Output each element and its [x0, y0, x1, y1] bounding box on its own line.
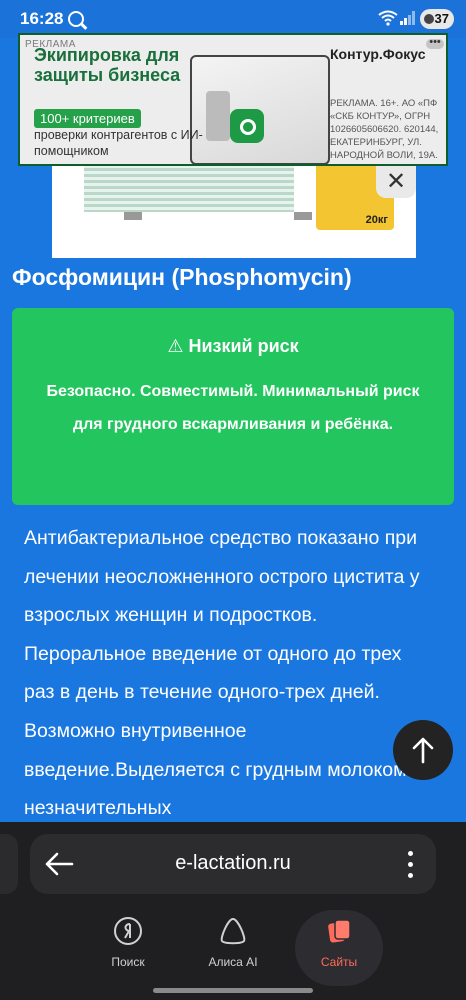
nav-search-label: Поиск [111, 955, 145, 969]
home-indicator[interactable] [153, 988, 313, 993]
briefcase-image [190, 55, 330, 164]
alice-icon [220, 917, 246, 945]
close-icon[interactable]: ✕ [376, 166, 416, 198]
nav-alice[interactable]: Алиса AI [189, 910, 277, 986]
ad-banner[interactable]: РЕКЛАМА Экипировка для защиты бизнеса 10… [18, 33, 448, 166]
tab-switcher-stub[interactable] [0, 834, 18, 894]
ad-title: Экипировка для защиты бизнеса [34, 45, 181, 85]
ad-badge: 100+ критериев [34, 109, 141, 128]
ad-brand: Контур.Фокус [330, 46, 426, 62]
page-title: Фосфомицин (Phosphomycin) [12, 264, 352, 290]
more-menu-icon[interactable] [408, 851, 414, 879]
risk-text: Безопасно. Совместимый. Минимальный риск… [46, 383, 420, 433]
address-bar[interactable]: e-lactation.ru [30, 834, 436, 894]
ad-subtitle: проверки контрагентов с ИИ-помощником [34, 128, 203, 158]
kontur-logo-icon [230, 109, 264, 143]
wifi-icon [378, 10, 398, 31]
risk-card: ⚠ Низкий риск Безопасно. Совместимый. Ми… [12, 308, 454, 505]
ad-menu-button[interactable]: ••• [426, 37, 444, 49]
scroll-to-top-button[interactable] [393, 720, 453, 780]
browser-toolbar: e-lactation.ru Поиск Алиса AI Сайты [0, 822, 466, 1000]
phone-image [206, 91, 230, 141]
signal-icon [400, 11, 416, 25]
bag-label: 20кг [365, 214, 388, 226]
nav-sites[interactable]: Сайты [295, 910, 383, 986]
battery-indicator: 37 [420, 9, 454, 29]
status-time: 16:28 [20, 9, 64, 28]
article-text: Антибактериальное средство показано при … [24, 527, 423, 820]
article-image: 20кг [52, 150, 416, 258]
sites-icon [328, 919, 351, 943]
nav-alice-label: Алиса AI [208, 955, 258, 969]
yandex-search-icon [114, 917, 142, 945]
arrow-up-icon [412, 737, 434, 764]
nav-search[interactable]: Поиск [84, 910, 172, 986]
search-icon [68, 11, 84, 27]
url-text[interactable]: e-lactation.ru [30, 852, 436, 875]
risk-heading: ⚠ Низкий риск [167, 336, 299, 356]
nav-sites-label: Сайты [320, 955, 358, 969]
ad-legal: РЕКЛАМА. 16+. АО «ПФ «СКБ КОНТУР», ОГРН … [330, 98, 439, 161]
